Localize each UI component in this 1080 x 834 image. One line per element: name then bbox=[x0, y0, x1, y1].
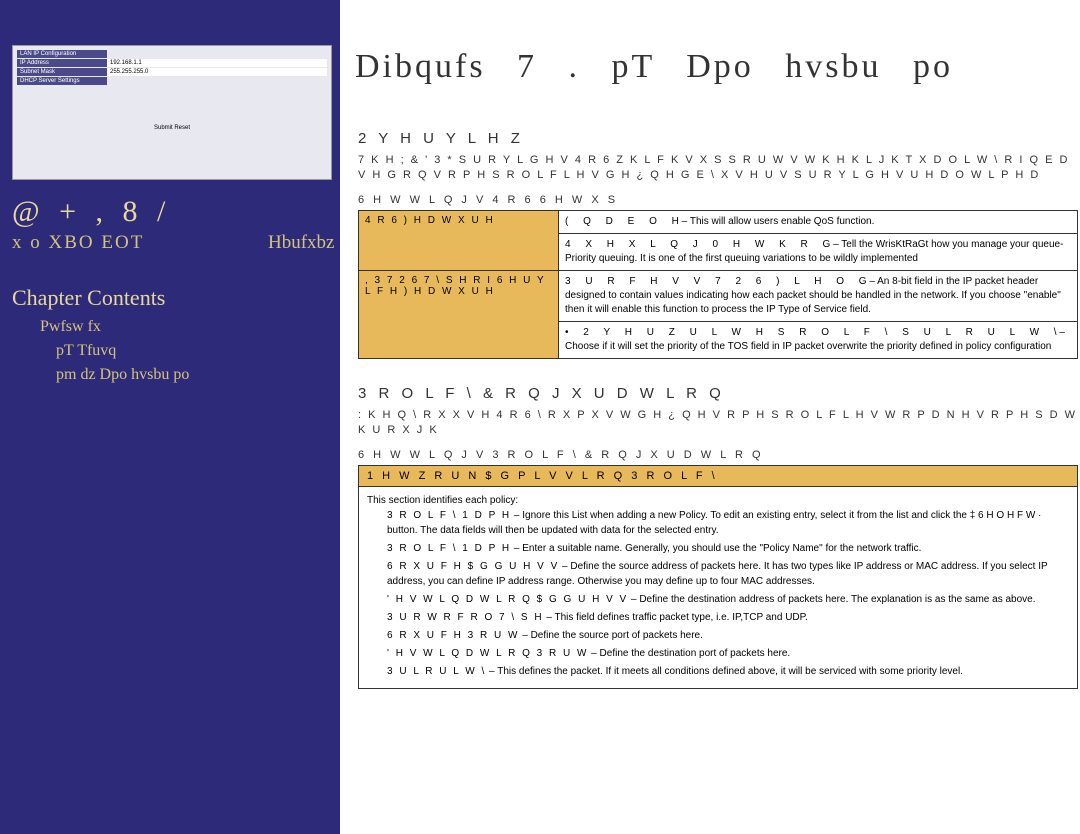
policy-intro: This section identifies each policy: bbox=[367, 493, 1069, 508]
cfg-section: LAN IP Configuration bbox=[17, 50, 107, 58]
router-config-thumbnail: LAN IP Configuration IP Address192.168.1… bbox=[12, 45, 332, 180]
toc-item[interactable]: Pwfsw fx bbox=[40, 315, 189, 339]
toc: Pwfsw fx pT Tfuvq pm dz Dpo hvsbu po bbox=[40, 315, 189, 387]
policy-item: 3 R O L F \ 1 D P H – Ignore this List w… bbox=[367, 508, 1069, 538]
product-type: x o XBO EOT bbox=[12, 232, 144, 254]
toc-item[interactable]: pT Tfuvq bbox=[40, 339, 189, 363]
policy-config-text: : K H Q \ R X X V H 4 R 6 \ R X P X V W … bbox=[358, 408, 1078, 439]
qos-feature-label: 4 R 6 ) H D W X U H bbox=[359, 210, 559, 270]
policy-item: ' H V W L Q D W L R Q $ G G U H V V – De… bbox=[367, 592, 1069, 607]
tos-process-desc: 3 U R F H V V 7 2 6 ) L H O G – An 8-bit… bbox=[559, 270, 1078, 321]
gateway-label: Hbufxbz bbox=[268, 232, 334, 254]
main-content: 2 Y H U Y L H Z 7 K H ; & ' 3 * S U R Y … bbox=[358, 120, 1078, 689]
toc-item[interactable]: pm dz Dpo hvsbu po bbox=[40, 363, 189, 387]
model-code: @ + , 8 / bbox=[12, 195, 171, 229]
policy-config-caption: 6 H W W L Q J V 3 R O L F \ & R Q J X U … bbox=[358, 449, 1078, 461]
overview-heading: 2 Y H U Y L H Z bbox=[358, 130, 1078, 147]
sidebar: LAN IP Configuration IP Address192.168.1… bbox=[0, 0, 340, 834]
policy-item: 6 R X U F H $ G G U H V V – Define the s… bbox=[367, 559, 1069, 589]
qos-queuing-desc: 4 X H X L Q J 0 H W K R G – Tell the Wri… bbox=[559, 233, 1078, 270]
qos-feature-table: 4 R 6 ) H D W X U H ( Q D E O H – This w… bbox=[358, 210, 1078, 359]
policy-item: ' H V W L Q D W L R Q 3 R U W – Define t… bbox=[367, 646, 1069, 661]
policy-item: 6 R X U F H 3 R U W – Define the source … bbox=[367, 628, 1069, 643]
tos-overwrite-desc: • 2 Y H U Z U L W H S R O L F \ S U L R … bbox=[559, 321, 1078, 358]
policy-table: This section identifies each policy: 3 R… bbox=[358, 487, 1078, 689]
chapter-title: Dibqufs 7 . pT Dpo hvsbu po bbox=[355, 48, 953, 86]
chapter-contents-heading: Chapter Contents bbox=[12, 285, 165, 311]
policy-table-header: 1 H W Z R U N $ G P L V V L R Q 3 R O L … bbox=[358, 465, 1078, 487]
policy-item: 3 U R W R F R O 7 \ S H – This field def… bbox=[367, 610, 1069, 625]
policy-item: 3 U L R U L W \ – This defines the packe… bbox=[367, 664, 1069, 679]
tos-feature-label: , 3 7 2 6 7 \ S H R I 6 H U Y L F H ) H … bbox=[359, 270, 559, 358]
overview-text: 7 K H ; & ' 3 * S U R Y L G H V 4 R 6 Z … bbox=[358, 153, 1078, 184]
policy-item: 3 R O L F \ 1 D P H – Enter a suitable n… bbox=[367, 541, 1069, 556]
qos-enable-desc: ( Q D E O H – This will allow users enab… bbox=[559, 210, 1078, 233]
qos-setup-caption: 6 H W W L Q J V 4 R 6 6 H W X S bbox=[358, 194, 1078, 206]
policy-config-heading: 3 R O L F \ & R Q J X U D W L R Q bbox=[358, 385, 1078, 402]
